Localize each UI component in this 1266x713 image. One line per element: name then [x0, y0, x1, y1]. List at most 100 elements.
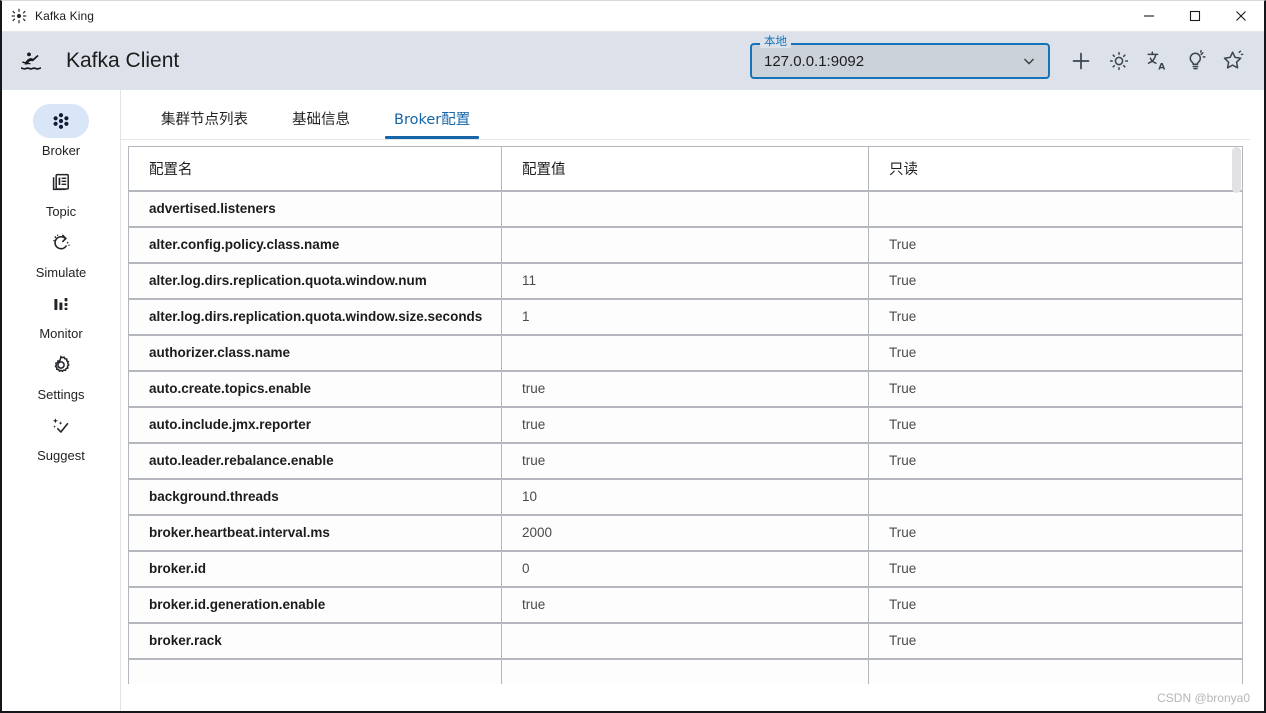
sidebar-item-settings[interactable]: Settings	[2, 348, 120, 402]
maximize-button[interactable]	[1172, 1, 1218, 32]
table-row[interactable]	[128, 658, 1243, 684]
cell-config-value: true	[501, 586, 869, 624]
language-button[interactable]: A	[1138, 42, 1176, 80]
broker-config-table: 配置名 配置值 只读 advertised.listeners alter.con…	[128, 146, 1243, 684]
cell-config-value	[501, 226, 869, 264]
cell-config-name: background.threads	[128, 478, 502, 516]
documents-icon	[50, 171, 72, 193]
watermark: CSDN @bronya0	[1157, 691, 1250, 705]
minimize-button[interactable]	[1126, 1, 1172, 32]
simulate-arrow-icon	[50, 232, 72, 254]
table-row[interactable]: auto.create.topics.enable true True	[128, 370, 1243, 408]
sidebar-item-broker-label: Broker	[41, 143, 81, 158]
cell-config-value	[501, 622, 869, 660]
sidebar-item-monitor-pill	[33, 287, 89, 321]
cell-config-value: 10	[501, 478, 869, 516]
sidebar-item-simulate[interactable]: Simulate	[2, 226, 120, 280]
sidebar-item-simulate-label: Simulate	[35, 265, 87, 280]
table-row[interactable]: broker.rack True	[128, 622, 1243, 660]
table-row[interactable]: alter.config.policy.class.name True	[128, 226, 1243, 264]
cluster-dots-icon	[50, 110, 72, 132]
cell-config-name: alter.log.dirs.replication.quota.window.…	[128, 262, 502, 300]
connection-selector[interactable]: 127.0.0.1:9092 本地	[750, 34, 1050, 79]
title-bar-left: Kafka King	[2, 8, 94, 24]
content-area: 集群节点列表 基础信息 Broker配置 配置名 配置值 只读 advertis…	[121, 90, 1264, 711]
add-connection-button[interactable]	[1062, 42, 1100, 80]
broker-config-table-container: 配置名 配置值 只读 advertised.listeners alter.con…	[128, 146, 1243, 684]
connection-value: 127.0.0.1:9092	[764, 52, 865, 70]
cell-readonly: True	[868, 334, 1243, 372]
app-window: Kafka King Kafka Client 127.0.0.1:9092 本…	[0, 0, 1266, 713]
app-header: Kafka Client 127.0.0.1:9092 本地 A	[2, 32, 1264, 90]
sidebar-item-suggest-label: Suggest	[37, 448, 85, 463]
sidebar-item-topic-label: Topic	[45, 204, 77, 219]
cell-config-value: true	[501, 442, 869, 480]
tab-bar: 集群节点列表 基础信息 Broker配置	[121, 90, 1250, 140]
table-row[interactable]: alter.log.dirs.replication.quota.window.…	[128, 298, 1243, 336]
table-row[interactable]: advertised.listeners	[128, 190, 1243, 228]
sidebar-item-suggest[interactable]: Suggest	[2, 409, 120, 463]
cell-config-name: broker.id	[128, 550, 502, 588]
table-header-row: 配置名 配置值 只读	[128, 146, 1243, 192]
bar-chart-icon	[50, 293, 72, 315]
table-row[interactable]: broker.id.generation.enable true True	[128, 586, 1243, 624]
cell-config-name: authorizer.class.name	[128, 334, 502, 372]
brand: Kafka Client	[12, 48, 179, 74]
tips-button[interactable]	[1176, 42, 1214, 80]
table-header: 配置名 配置值 只读	[128, 146, 1243, 192]
sidebar-item-topic[interactable]: Topic	[2, 165, 120, 219]
sparkle-chart-icon	[50, 415, 72, 437]
cell-readonly	[868, 190, 1243, 228]
app-body: Broker Topic Simulate Monitor Settings S…	[2, 90, 1264, 711]
cell-readonly: True	[868, 370, 1243, 408]
favorite-button[interactable]	[1214, 42, 1252, 80]
close-button[interactable]	[1218, 1, 1264, 32]
cell-readonly: True	[868, 622, 1243, 660]
cell-config-name	[128, 658, 502, 684]
connection-combobox[interactable]: 127.0.0.1:9092	[750, 43, 1050, 79]
table-row[interactable]: broker.heartbeat.interval.ms 2000 True	[128, 514, 1243, 552]
cell-config-name: broker.heartbeat.interval.ms	[128, 514, 502, 552]
sidebar-item-monitor[interactable]: Monitor	[2, 287, 120, 341]
cell-config-name: auto.include.jmx.reporter	[128, 406, 502, 444]
cell-readonly: True	[868, 406, 1243, 444]
tab-broker-config[interactable]: Broker配置	[372, 108, 492, 139]
table-scrollbar-thumb[interactable]	[1232, 147, 1241, 193]
header-actions: 127.0.0.1:9092 本地 A	[750, 34, 1252, 80]
sidebar-item-monitor-label: Monitor	[39, 326, 83, 341]
cell-config-value: 11	[501, 262, 869, 300]
table-row[interactable]: background.threads 10	[128, 478, 1243, 516]
table-vertical-scrollbar[interactable]	[1231, 147, 1242, 684]
table-row[interactable]: auto.include.jmx.reporter true True	[128, 406, 1243, 444]
table-row[interactable]: alter.log.dirs.replication.quota.window.…	[128, 262, 1243, 300]
sidebar-item-suggest-pill	[33, 409, 89, 443]
sidebar-item-settings-pill	[33, 348, 89, 382]
rower-logo-icon	[18, 48, 44, 74]
cell-readonly: True	[868, 298, 1243, 336]
svg-text:A: A	[1158, 62, 1165, 72]
cell-config-name: alter.config.policy.class.name	[128, 226, 502, 264]
column-header-config-name[interactable]: 配置名	[128, 146, 502, 192]
cell-config-name: auto.leader.rebalance.enable	[128, 442, 502, 480]
table-row[interactable]: auto.leader.rebalance.enable true True	[128, 442, 1243, 480]
cell-readonly: True	[868, 586, 1243, 624]
cell-config-value	[501, 658, 869, 684]
cell-config-value: 0	[501, 550, 869, 588]
gear-icon	[50, 354, 72, 376]
theme-brightness-button[interactable]	[1100, 42, 1138, 80]
cell-readonly: True	[868, 514, 1243, 552]
cell-config-value	[501, 334, 869, 372]
table-row[interactable]: broker.id 0 True	[128, 550, 1243, 588]
tab-basic-info[interactable]: 基础信息	[270, 108, 372, 139]
sidebar: Broker Topic Simulate Monitor Settings S…	[2, 90, 121, 711]
cell-config-name: broker.id.generation.enable	[128, 586, 502, 624]
sidebar-item-broker[interactable]: Broker	[2, 104, 120, 158]
column-header-readonly[interactable]: 只读	[868, 146, 1243, 192]
table-row[interactable]: authorizer.class.name True	[128, 334, 1243, 372]
cell-readonly	[868, 658, 1243, 684]
cell-config-name: auto.create.topics.enable	[128, 370, 502, 408]
cell-config-name: broker.rack	[128, 622, 502, 660]
column-header-config-value[interactable]: 配置值	[501, 146, 869, 192]
cell-config-value	[501, 190, 869, 228]
tab-cluster-node-list[interactable]: 集群节点列表	[139, 108, 270, 139]
